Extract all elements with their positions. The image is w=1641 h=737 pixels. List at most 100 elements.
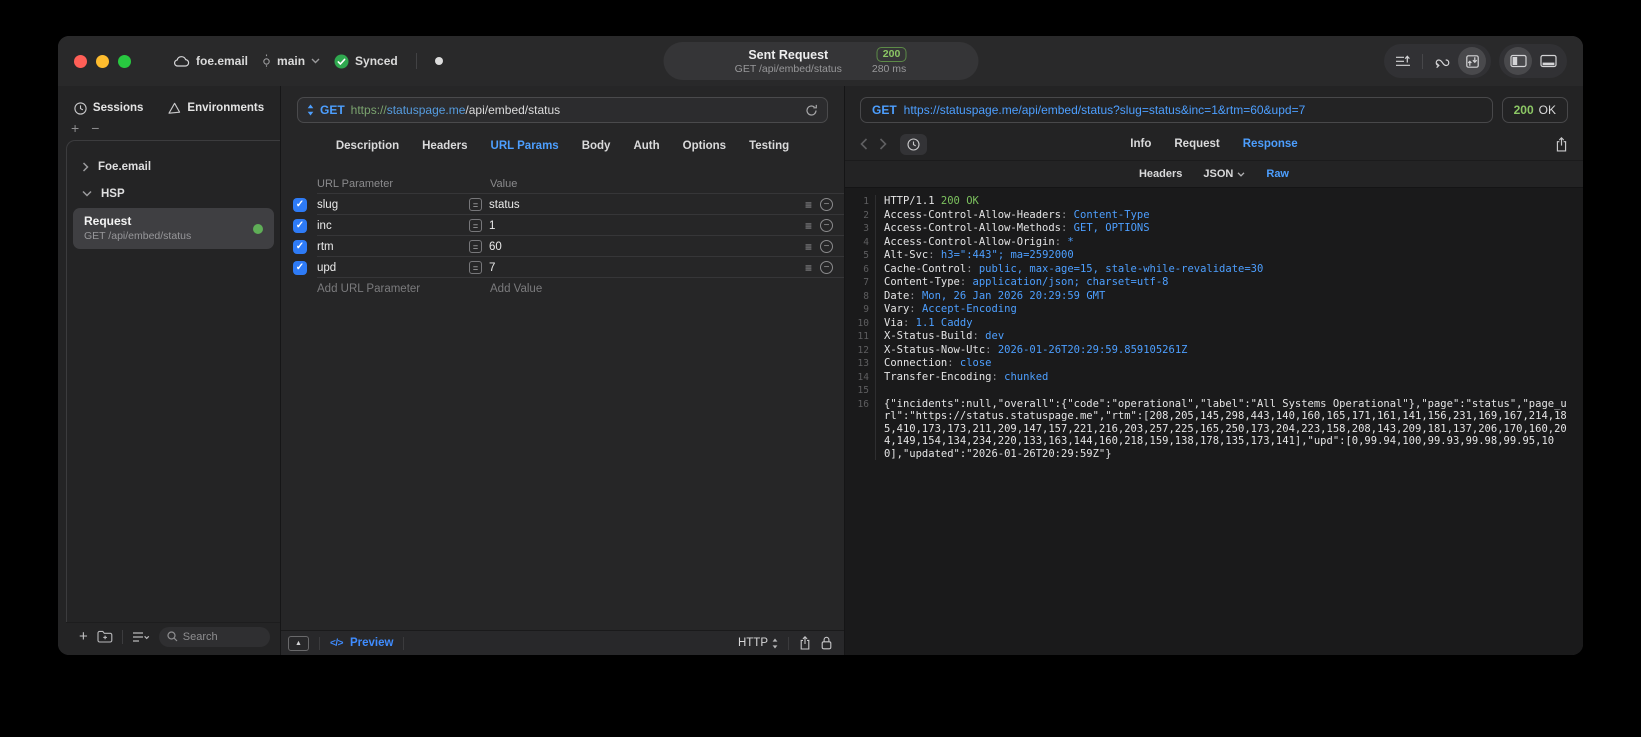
line-content: {"incidents":null,"overall":{"code":"ope…: [884, 397, 1567, 460]
param-name[interactable]: inc: [317, 220, 469, 232]
share-request-button[interactable]: [799, 636, 811, 650]
request-tab-headers[interactable]: Headers: [422, 140, 467, 152]
cloud-project-button[interactable]: foe.email: [173, 54, 248, 68]
response-line: 6 Cache-Control: public, max-age=15, stal…: [853, 262, 1573, 276]
param-value[interactable]: 7: [489, 262, 495, 274]
drag-handle-icon[interactable]: ≡: [805, 199, 812, 211]
request-status-dot: [253, 223, 263, 234]
response-url-text: https://statuspage.me/api/embed/status?s…: [903, 103, 1306, 117]
next-response-button[interactable]: [879, 138, 887, 150]
url-input[interactable]: GET https://statuspage.me/api/embed/stat…: [297, 97, 828, 123]
equals-badge-icon: =: [469, 198, 482, 211]
param-name[interactable]: rtm: [317, 241, 469, 253]
param-value[interactable]: 1: [489, 220, 495, 232]
response-subtabs: Headers JSON Raw: [845, 160, 1583, 187]
tab-sessions[interactable]: Sessions: [74, 101, 143, 115]
request-tab-testing[interactable]: Testing: [749, 140, 789, 152]
response-url-field[interactable]: GET https://statuspage.me/api/embed/stat…: [860, 97, 1493, 123]
tree-item-foe-email[interactable]: Foe.email: [67, 153, 280, 180]
search-input[interactable]: Search: [158, 626, 270, 647]
param-checkbox[interactable]: ✓: [293, 218, 307, 233]
toggle-bottom-panel-button[interactable]: [1534, 47, 1562, 75]
protocol-selector[interactable]: HTTP: [738, 637, 778, 649]
add-url-parameter-field[interactable]: Add URL Parameter: [317, 283, 469, 295]
request-queue-button[interactable]: [1389, 47, 1417, 75]
param-rows: ✓ slug = status ≡ − ✓ inc = 1 ≡ − ✓ rtm = 60 ≡ − ✓ upd = 7 ≡ −: [281, 194, 844, 278]
response-subtab-headers-label: Headers: [1138, 168, 1183, 180]
drag-handle-icon[interactable]: ≡: [805, 220, 812, 232]
sessions-list-panel: Foe.email HSP Request GET /api/embed/sta…: [66, 140, 280, 622]
response-line: 7 Content-Type: application/json; charset…: [853, 276, 1573, 290]
method-stepper-icon[interactable]: [307, 104, 314, 116]
import-request-button[interactable]: [1458, 47, 1486, 75]
code-icon: </>: [330, 637, 343, 649]
tab-environments[interactable]: Environments: [167, 102, 264, 115]
response-line: 1 HTTP/1.1 200 OK: [853, 195, 1573, 209]
response-subtab-headers[interactable]: Headers: [1139, 168, 1182, 180]
sync-requests-button[interactable]: [1428, 47, 1456, 75]
remove-param-icon[interactable]: −: [820, 261, 833, 274]
response-line: 2 Access-Control-Allow-Headers: Content-T…: [853, 208, 1573, 222]
sort-options-button[interactable]: [132, 631, 150, 643]
param-checkbox[interactable]: ✓: [293, 197, 307, 212]
response-subtab-raw[interactable]: Raw: [1266, 168, 1289, 180]
drag-handle-icon[interactable]: ≡: [805, 262, 812, 274]
collapse-panel-button[interactable]: ▲: [288, 635, 309, 651]
request-tab-url-params[interactable]: URL Params: [491, 140, 559, 152]
method-label: GET: [320, 103, 345, 117]
new-request-button[interactable]: +: [79, 629, 88, 644]
tree-item-hsp[interactable]: HSP: [67, 180, 280, 207]
line-number: 6: [853, 262, 876, 276]
drag-handle-icon[interactable]: ≡: [805, 241, 812, 253]
response-tab-response[interactable]: Response: [1243, 138, 1298, 150]
add-value-field[interactable]: Add Value: [469, 283, 790, 295]
response-tab-info[interactable]: Info: [1130, 138, 1151, 150]
resend-request-button[interactable]: [805, 104, 818, 117]
footer-divider: [788, 636, 789, 650]
branch-selector[interactable]: main: [262, 54, 320, 69]
request-tab-body[interactable]: Body: [582, 140, 611, 152]
lock-button[interactable]: [821, 636, 832, 650]
sidebar-request-item[interactable]: Request GET /api/embed/status: [73, 208, 274, 249]
response-tab-request[interactable]: Request: [1174, 138, 1219, 150]
param-value[interactable]: status: [489, 199, 520, 211]
line-content: X-Status-Now-Utc: 2026-01-26T20:29:59.85…: [884, 343, 1188, 356]
history-clock-icon: [907, 137, 920, 151]
param-table: URL Parameter Value ✓ slug = status ≡ − ✓ inc = 1…: [281, 164, 844, 630]
preview-button[interactable]: </> Preview: [330, 637, 393, 649]
previous-response-button[interactable]: [860, 138, 868, 150]
new-folder-button[interactable]: [97, 630, 113, 643]
close-window-button[interactable]: [74, 54, 87, 68]
response-subtab-json[interactable]: JSON: [1203, 168, 1245, 180]
chevron-down-icon: [82, 190, 92, 197]
request-tab-url-params-label: URL Params: [490, 140, 559, 152]
import-box-icon: [1465, 54, 1480, 69]
param-checkbox[interactable]: ✓: [293, 239, 307, 254]
param-value[interactable]: 60: [489, 241, 502, 253]
sidebar-tabs: Sessions Environments: [58, 86, 280, 122]
remove-param-icon[interactable]: −: [820, 240, 833, 253]
line-content: Access-Control-Allow-Origin: *: [884, 235, 1074, 248]
request-tab-options[interactable]: Options: [683, 140, 726, 152]
preview-label: Preview: [349, 637, 394, 649]
response-line: 12 X-Status-Now-Utc: 2026-01-26T20:29:59.…: [853, 343, 1573, 357]
toggle-left-panel-button[interactable]: [1504, 47, 1532, 75]
remove-param-icon[interactable]: −: [820, 198, 833, 211]
add-item-button[interactable]: +: [71, 121, 79, 138]
remove-param-icon[interactable]: −: [820, 219, 833, 232]
remove-item-button[interactable]: −: [91, 121, 99, 138]
export-response-button[interactable]: [1555, 136, 1568, 152]
response-line: 4 Access-Control-Allow-Origin: *: [853, 235, 1573, 249]
request-tab-auth[interactable]: Auth: [633, 140, 659, 152]
environments-icon: [167, 102, 181, 115]
param-name[interactable]: slug: [317, 199, 469, 211]
param-name[interactable]: upd: [317, 262, 469, 274]
request-tab-description[interactable]: Description: [336, 140, 399, 152]
param-checkbox[interactable]: ✓: [293, 260, 307, 275]
panel-bottom-icon: [1539, 54, 1557, 68]
zoom-window-button[interactable]: [118, 54, 131, 68]
request-status-pill[interactable]: Sent Request GET /api/embed/status 200 2…: [663, 42, 978, 80]
sync-status[interactable]: Synced: [334, 54, 398, 69]
response-history-button[interactable]: [900, 133, 927, 155]
minimize-window-button[interactable]: [96, 54, 109, 68]
